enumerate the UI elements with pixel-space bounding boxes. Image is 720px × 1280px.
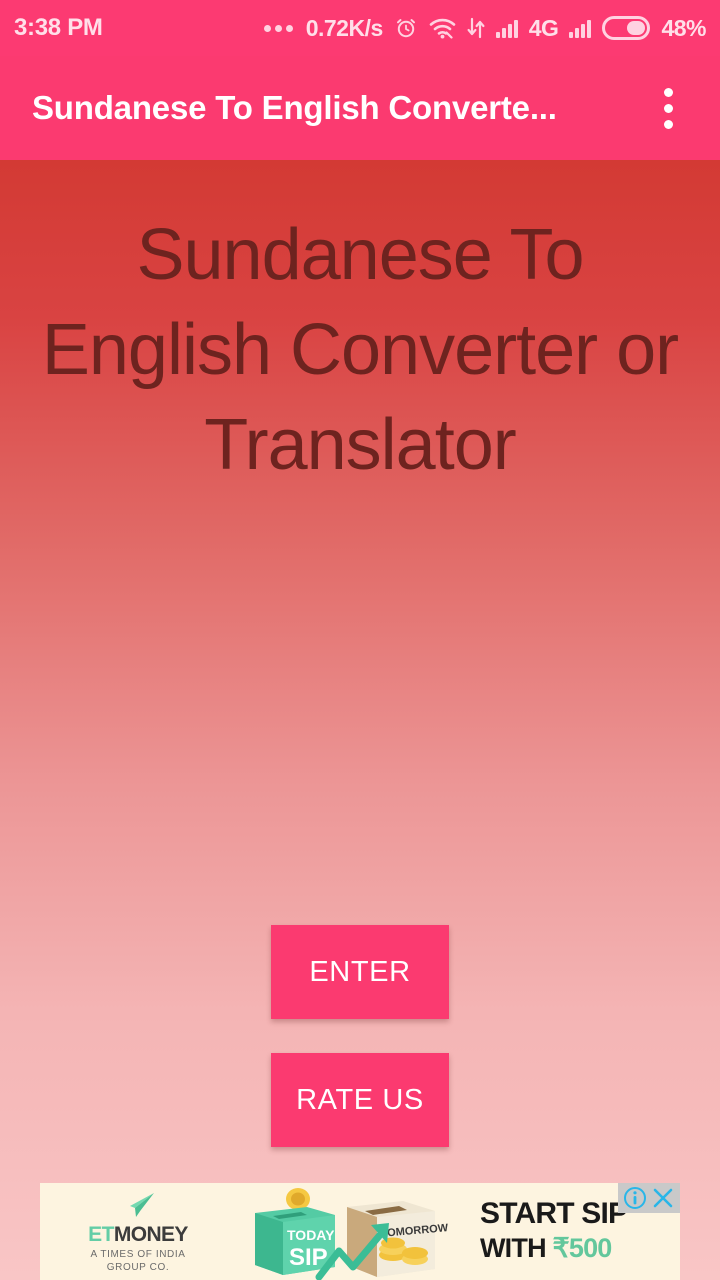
status-time: 3:38 PM (14, 14, 103, 41)
signal-bars-icon-2 (569, 18, 592, 38)
button-stack: ENTER RATE US (0, 925, 720, 1147)
rate-us-button[interactable]: RATE US (271, 1053, 449, 1147)
ad-brand-name: ETMONEY (88, 1224, 188, 1245)
page-title: Sundanese To English Converte... (32, 89, 557, 126)
ad-copy-amount: ₹500 (552, 1233, 612, 1263)
battery-percent-label: 48% (661, 14, 706, 41)
ad-info-icon[interactable] (622, 1185, 648, 1211)
ad-advertiser-logo: ETMONEY A TIMES OF INDIA GROUP CO. (58, 1189, 218, 1277)
ad-copy-with: WITH (480, 1233, 553, 1263)
ad-brand-subtitle: A TIMES OF INDIA GROUP CO. (91, 1249, 186, 1274)
ad-close-icon[interactable] (650, 1185, 676, 1211)
app-screen: 3:38 PM 0.72K/s 4G 48% Sundanese To Engl… (0, 0, 720, 1280)
headline-line-1: Sundanese To (136, 215, 584, 295)
enter-button[interactable]: ENTER (271, 925, 449, 1019)
ad-illustration: TODAY SIP TOMORROW (235, 1185, 465, 1280)
main-content: Sundanese To English Converter or Transl… (0, 160, 720, 1280)
overflow-menu-icon[interactable] (644, 72, 692, 144)
more-dots-icon (263, 24, 293, 32)
ad-brand-money: MONEY (113, 1223, 189, 1246)
network-speed-label: 0.72K/s (305, 14, 384, 41)
svg-text:TODAY: TODAY (287, 1227, 335, 1243)
headline: Sundanese To English Converter or Transl… (0, 208, 720, 493)
data-transfer-icon (467, 17, 485, 39)
headline-line-2: English Converter or (41, 310, 679, 390)
headline-line-3: Translator (204, 405, 516, 485)
ad-copy-line-2: WITH ₹500 (480, 1232, 680, 1264)
battery-icon (602, 16, 651, 40)
signal-bars-icon (495, 18, 518, 38)
ad-subtitle-line-1: A TIMES OF INDIA (90, 1249, 186, 1260)
paper-plane-icon (121, 1192, 155, 1223)
ad-subtitle-line-2: GROUP CO. (106, 1261, 170, 1273)
status-bar-icons: 0.72K/s 4G 48% (263, 14, 706, 42)
status-bar: 3:38 PM 0.72K/s 4G 48% (0, 0, 720, 56)
app-bar: Sundanese To English Converte... (0, 56, 720, 160)
alarm-clock-icon (394, 16, 418, 40)
svg-text:SIP: SIP (289, 1244, 328, 1271)
wifi-icon (429, 17, 456, 39)
network-type-label: 4G (528, 14, 559, 41)
ad-choices[interactable] (618, 1183, 680, 1213)
ad-banner[interactable]: ETMONEY A TIMES OF INDIA GROUP CO. TODAY… (40, 1183, 680, 1280)
ad-brand-et: ET (88, 1223, 114, 1246)
